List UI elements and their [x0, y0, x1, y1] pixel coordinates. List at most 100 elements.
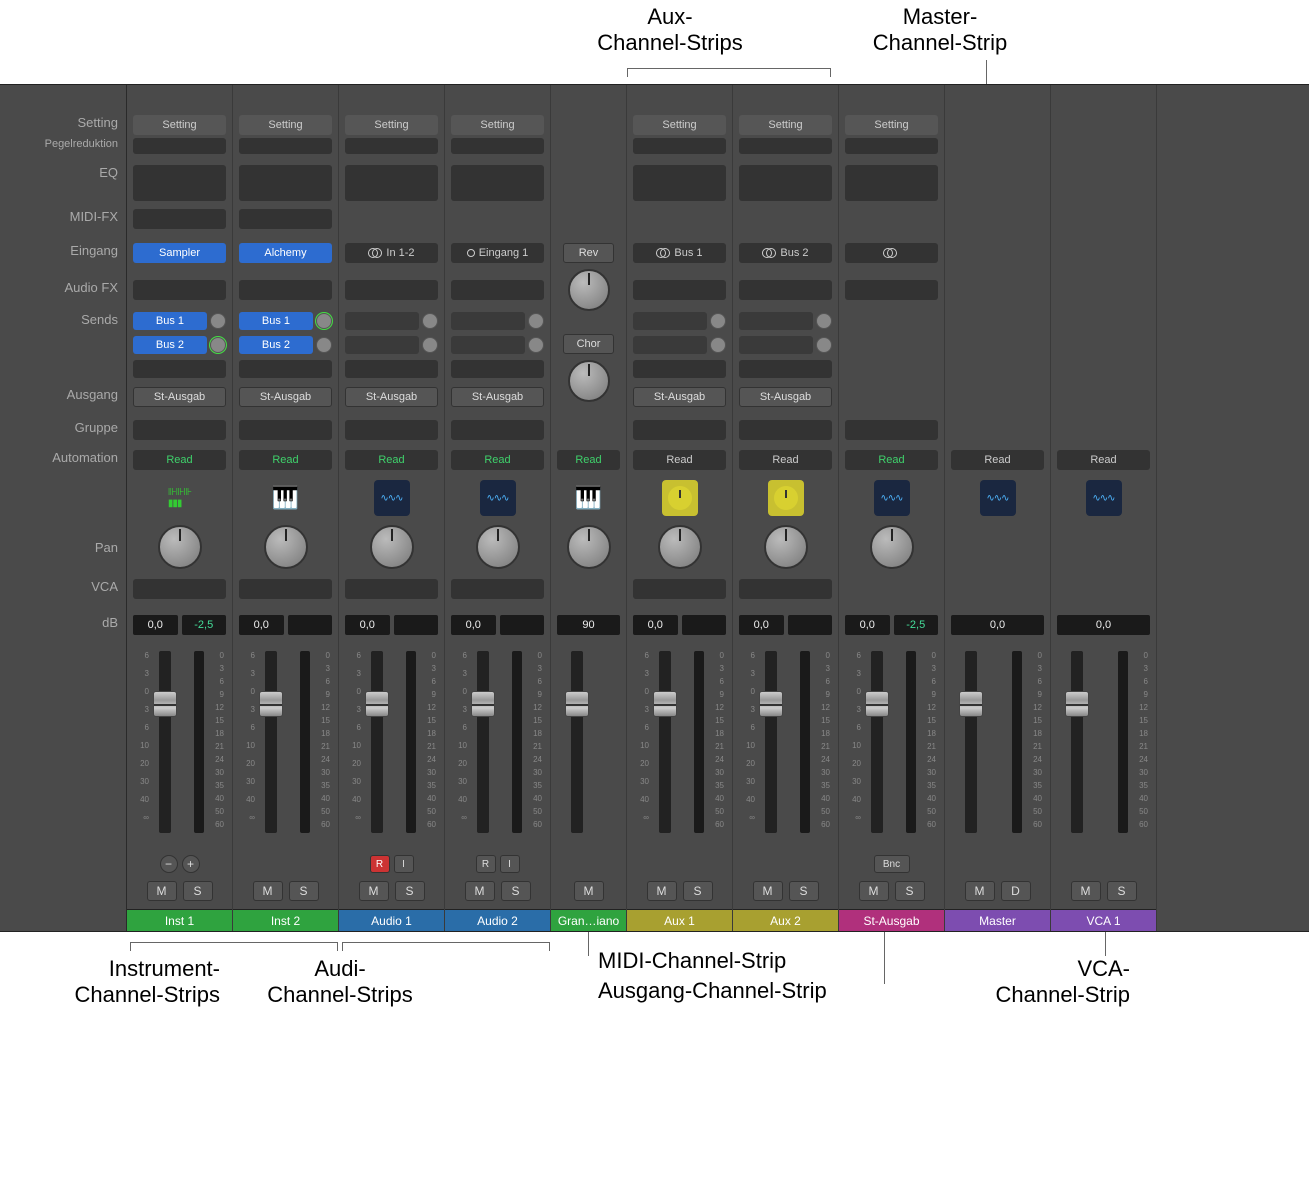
pan-knob[interactable] — [870, 525, 914, 569]
setting-button[interactable]: Setting — [633, 115, 726, 135]
solo-button[interactable]: S — [501, 881, 531, 901]
send-button[interactable] — [633, 312, 707, 330]
pan-knob[interactable] — [370, 525, 414, 569]
channel-name[interactable]: Aux 1 — [627, 909, 732, 931]
fader-cap[interactable] — [1065, 691, 1089, 717]
fader-cap[interactable] — [365, 691, 389, 717]
channel-name[interactable]: Master — [945, 909, 1050, 931]
send-knob[interactable] — [210, 337, 226, 353]
plus-button[interactable]: + — [182, 855, 200, 873]
send-button[interactable] — [633, 336, 707, 354]
output-slot[interactable]: St-Ausgab — [739, 387, 832, 407]
automation-button[interactable]: Read — [239, 450, 332, 470]
send-button[interactable] — [739, 312, 813, 330]
vca-slot[interactable] — [239, 579, 332, 599]
output-slot[interactable]: St-Ausgab — [451, 387, 544, 407]
send-knob[interactable] — [528, 313, 544, 329]
mute-button[interactable]: M — [465, 881, 495, 901]
input-monitor-button[interactable]: I — [394, 855, 414, 873]
gain-reduction-slot[interactable] — [345, 138, 438, 154]
send-button[interactable]: Bus 2 — [133, 336, 207, 354]
fader-track[interactable] — [871, 651, 883, 833]
fader-cap[interactable] — [259, 691, 283, 717]
fader-cap[interactable] — [653, 691, 677, 717]
automation-button[interactable]: Read — [451, 450, 544, 470]
send-button[interactable] — [451, 336, 525, 354]
send-slot-extra[interactable] — [133, 360, 226, 378]
solo-button[interactable]: S — [1107, 881, 1137, 901]
automation-button[interactable]: Read — [951, 450, 1044, 470]
audio-fx-slot[interactable] — [739, 280, 832, 300]
send-knob[interactable] — [528, 337, 544, 353]
eq-slot[interactable] — [133, 165, 226, 201]
track-icon[interactable]: 🎹 — [268, 480, 304, 516]
channel-name[interactable]: VCA 1 — [1051, 909, 1156, 931]
send-slot-extra[interactable] — [451, 360, 544, 378]
track-icon[interactable]: ∿∿∿ — [480, 480, 516, 516]
automation-button[interactable]: Read — [633, 450, 726, 470]
eq-slot[interactable] — [845, 165, 938, 201]
automation-button[interactable]: Read — [133, 450, 226, 470]
channel-name[interactable]: St-Ausgab — [839, 909, 944, 931]
pan-knob[interactable] — [476, 525, 520, 569]
fader-cap[interactable] — [471, 691, 495, 717]
dim-button[interactable]: D — [1001, 881, 1031, 901]
audio-fx-slot[interactable] — [239, 280, 332, 300]
input-slot[interactable]: Bus 2 — [739, 243, 832, 263]
vca-slot[interactable] — [739, 579, 832, 599]
send-slot-extra[interactable] — [739, 360, 832, 378]
setting-button[interactable]: Setting — [845, 115, 938, 135]
fader-track[interactable] — [659, 651, 671, 833]
record-button[interactable]: R — [370, 855, 390, 873]
midi-fx-slot[interactable] — [239, 209, 332, 229]
mute-button[interactable]: M — [147, 881, 177, 901]
fader-track[interactable] — [265, 651, 277, 833]
gain-reduction-slot[interactable] — [845, 138, 938, 154]
send-knob[interactable] — [816, 313, 832, 329]
output-slot[interactable]: St-Ausgab — [633, 387, 726, 407]
gain-reduction-slot[interactable] — [451, 138, 544, 154]
vca-slot[interactable] — [633, 579, 726, 599]
fader-track[interactable] — [965, 651, 977, 833]
setting-button[interactable]: Setting — [739, 115, 832, 135]
minus-button[interactable]: − — [160, 855, 178, 873]
channel-name[interactable]: Gran…iano — [551, 909, 626, 931]
setting-button[interactable]: Setting — [345, 115, 438, 135]
fader-cap[interactable] — [959, 691, 983, 717]
vca-slot[interactable] — [451, 579, 544, 599]
vca-slot[interactable] — [345, 579, 438, 599]
solo-button[interactable]: S — [895, 881, 925, 901]
input-slot[interactable]: Alchemy — [239, 243, 332, 263]
group-slot[interactable] — [345, 420, 438, 440]
track-icon[interactable]: 🎹 — [571, 480, 607, 516]
send-knob[interactable] — [710, 337, 726, 353]
mute-button[interactable]: M — [359, 881, 389, 901]
input-slot[interactable]: In 1-2 — [345, 243, 438, 263]
output-slot[interactable]: St-Ausgab — [239, 387, 332, 407]
send-button[interactable] — [739, 336, 813, 354]
gain-reduction-slot[interactable] — [239, 138, 332, 154]
audio-fx-slot[interactable] — [345, 280, 438, 300]
input-slot[interactable]: Eingang 1 — [451, 243, 544, 263]
fader-track[interactable] — [371, 651, 383, 833]
gain-reduction-slot[interactable] — [739, 138, 832, 154]
send-slot-extra[interactable] — [345, 360, 438, 378]
channel-name[interactable]: Audio 2 — [445, 909, 550, 931]
send-button[interactable]: Bus 1 — [239, 312, 313, 330]
automation-button[interactable]: Read — [1057, 450, 1150, 470]
midi-chor-button[interactable]: Chor — [563, 334, 614, 354]
eq-slot[interactable] — [633, 165, 726, 201]
midi-rev-knob[interactable] — [568, 269, 610, 311]
channel-name[interactable]: Inst 2 — [233, 909, 338, 931]
send-knob[interactable] — [816, 337, 832, 353]
send-knob[interactable] — [710, 313, 726, 329]
pan-knob[interactable] — [764, 525, 808, 569]
mute-button[interactable]: M — [1071, 881, 1101, 901]
eq-slot[interactable] — [239, 165, 332, 201]
group-slot[interactable] — [845, 420, 938, 440]
send-button[interactable] — [345, 336, 419, 354]
automation-button[interactable]: Read — [845, 450, 938, 470]
audio-fx-slot[interactable] — [133, 280, 226, 300]
solo-button[interactable]: S — [395, 881, 425, 901]
setting-button[interactable]: Setting — [451, 115, 544, 135]
